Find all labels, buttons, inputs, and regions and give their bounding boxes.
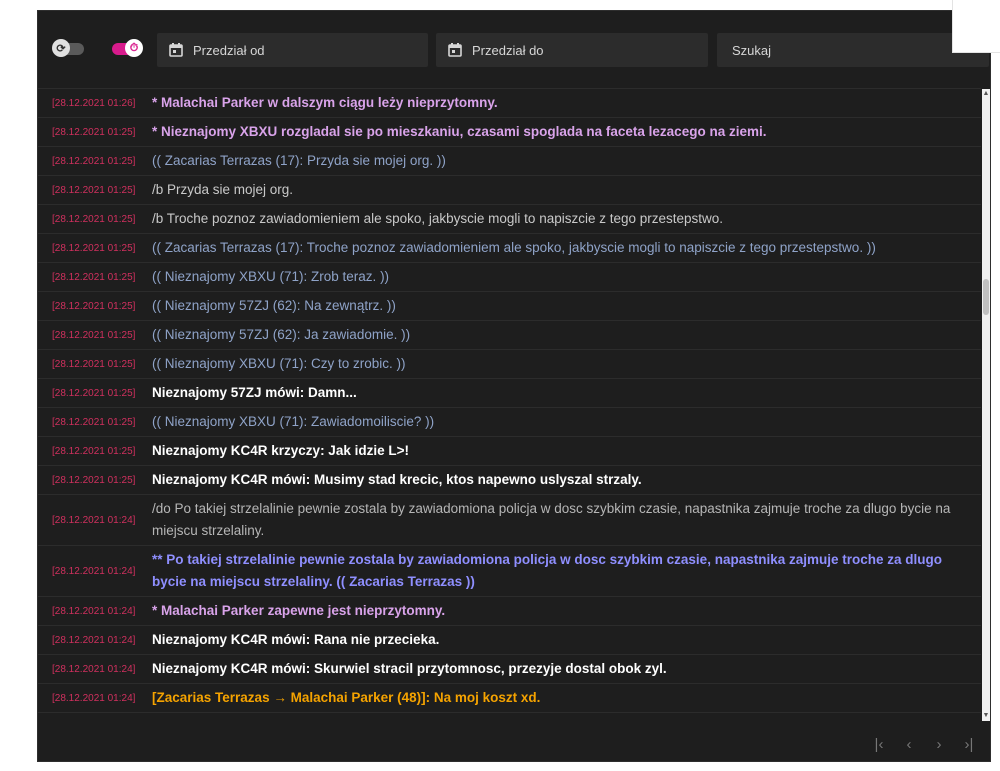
calendar-icon (448, 43, 462, 57)
log-timestamp: [28.12.2021 01:26] (52, 97, 136, 109)
log-row: [28.12.2021 01:25] /b Troche poznoz zawia… (38, 204, 981, 233)
log-row: [28.12.2021 01:25] (( Zacarias Terrazas (… (38, 146, 981, 175)
log-message: /do Po takiej strzelalinie pewnie zostal… (152, 501, 951, 538)
log-message: (( Nieznajomy XBXU (71): Zrob teraz. )) (152, 269, 390, 284)
log-scrollbar[interactable]: ▲ ▼ (982, 89, 990, 721)
log-message: Nieznajomy KC4R mówi: Skurwiel stracil p… (152, 661, 667, 676)
chat-log-list: [28.12.2021 01:26] * Malachai Parker w da… (38, 88, 981, 721)
log-timestamp: [28.12.2021 01:24] (52, 565, 136, 577)
log-timestamp: [28.12.2021 01:25] (52, 387, 136, 399)
log-row: [28.12.2021 01:25] (( Nieznajomy XBXU (71… (38, 349, 981, 378)
auto-refresh-toggle[interactable]: ⟳ (52, 39, 84, 57)
first-page-icon[interactable]: |‹ (870, 736, 888, 753)
log-message: * Nieznajomy XBXU rozgladal sie po miesz… (152, 124, 767, 139)
log-timestamp: [28.12.2021 01:25] (52, 300, 136, 312)
next-page-icon[interactable]: › (930, 736, 948, 753)
scroll-down-arrow-icon[interactable]: ▼ (982, 711, 990, 721)
log-message: Nieznajomy KC4R mówi: Rana nie przecieka… (152, 632, 440, 647)
log-message: (( Nieznajomy XBXU (71): Zawiadomoilisci… (152, 414, 435, 429)
log-timestamp: [28.12.2021 01:25] (52, 213, 136, 225)
log-timestamp: [28.12.2021 01:25] (52, 184, 136, 196)
log-timestamp: [28.12.2021 01:24] (52, 634, 136, 646)
log-timestamp: [28.12.2021 01:25] (52, 155, 136, 167)
log-timestamp: [28.12.2021 01:24] (52, 692, 136, 704)
log-message: (( Nieznajomy 57ZJ (62): Ja zawiadomie. … (152, 327, 411, 342)
previous-page-icon[interactable]: ‹ (900, 736, 918, 753)
timer-toggle[interactable]: ⏱ (112, 39, 143, 57)
date-from-field[interactable] (157, 33, 428, 67)
log-timestamp: [28.12.2021 01:24] (52, 514, 136, 526)
last-page-icon[interactable]: ›| (960, 736, 978, 753)
pagination: |‹ ‹ › ›| (870, 736, 978, 753)
log-timestamp: [28.12.2021 01:25] (52, 416, 136, 428)
log-row: [28.12.2021 01:24] [Zacarias Terrazas → M… (38, 683, 981, 712)
log-row: [28.12.2021 01:25] * Nieznajomy XBXU rozg… (38, 117, 981, 146)
scrollbar-thumb[interactable] (983, 279, 989, 315)
log-message: [Zacarias Terrazas → Malachai Parker (48… (152, 690, 541, 705)
log-message: Nieznajomy 57ZJ mówi: Damn... (152, 385, 357, 400)
log-message: (( Zacarias Terrazas (17): Przyda sie mo… (152, 153, 446, 168)
log-message: /b Przyda sie mojej org. (152, 182, 294, 197)
log-timestamp: [28.12.2021 01:25] (52, 358, 136, 370)
log-row: [28.12.2021 01:24] Nieznajomy KC4R mówi: … (38, 625, 981, 654)
log-message: (( Nieznajomy 57ZJ (62): Na zewnątrz. )) (152, 298, 396, 313)
log-row: [28.12.2021 01:26] * Malachai Parker w da… (38, 88, 981, 117)
log-row: [28.12.2021 01:25] (( Nieznajomy XBXU (71… (38, 262, 981, 291)
overlay-panel-corner (952, 0, 1000, 53)
log-timestamp: [28.12.2021 01:25] (52, 474, 136, 486)
search-field[interactable] (717, 33, 989, 67)
log-message: (( Nieznajomy XBXU (71): Czy to zrobic. … (152, 356, 406, 371)
log-message: (( Zacarias Terrazas (17): Troche poznoz… (152, 240, 876, 255)
log-row: [28.12.2021 01:25] (( Nieznajomy XBXU (71… (38, 407, 981, 436)
log-row: [28.12.2021 01:24] * Malachai Parker zape… (38, 596, 981, 625)
log-message: * Malachai Parker w dalszym ciągu leży n… (152, 95, 498, 110)
log-message: /re Na moj koszt xd. (152, 716, 981, 721)
log-timestamp: [28.12.2021 01:25] (52, 271, 136, 283)
date-from-input[interactable] (193, 42, 393, 58)
log-message: * Malachai Parker zapewne jest nieprzyto… (152, 603, 446, 618)
log-row: [28.12.2021 01:24] Nieznajomy KC4R mówi: … (38, 654, 981, 683)
log-row: [28.12.2021 01:25] Nieznajomy KC4R mówi: … (38, 465, 981, 494)
log-row: [28.12.2021 01:24] /do Po takiej strzelal… (38, 494, 981, 545)
log-timestamp: [28.12.2021 01:24] (52, 663, 136, 675)
log-message: Nieznajomy KC4R krzyczy: Jak idzie L>! (152, 443, 409, 458)
log-row: [28.12.2021 01:24]/re Na moj koszt xd. (38, 712, 981, 721)
log-row: [28.12.2021 01:25] /b Przyda sie mojej or… (38, 175, 981, 204)
refresh-icon: ⟳ (52, 39, 70, 57)
log-timestamp: [28.12.2021 01:25] (52, 126, 136, 138)
log-timestamp: [28.12.2021 01:24] (52, 605, 136, 617)
log-message: /b Troche poznoz zawiadomieniem ale spok… (152, 211, 724, 226)
log-row: [28.12.2021 01:25] Nieznajomy KC4R krzycz… (38, 436, 981, 465)
log-timestamp: [28.12.2021 01:25] (52, 242, 136, 254)
toolbar: ⟳ ⏱ (38, 11, 990, 89)
log-timestamp: [28.12.2021 01:25] (52, 329, 136, 341)
log-message: ** Po takiej strzelalinie pewnie zostala… (152, 552, 942, 589)
log-row: [28.12.2021 01:25] (( Zacarias Terrazas (… (38, 233, 981, 262)
log-row: [28.12.2021 01:25] Nieznajomy 57ZJ mówi: … (38, 378, 981, 407)
date-to-input[interactable] (472, 42, 672, 58)
calendar-icon (169, 43, 183, 57)
log-row: [28.12.2021 01:25] (( Nieznajomy 57ZJ (62… (38, 291, 981, 320)
chat-log-panel: ⟳ ⏱ [28.12.2021 01:26] * Malachai Parker … (37, 10, 991, 762)
stopwatch-icon: ⏱ (125, 39, 143, 57)
log-row: [28.12.2021 01:24] ** Po takiej strzelali… (38, 545, 981, 596)
log-message: Nieznajomy KC4R mówi: Musimy stad krecic… (152, 472, 642, 487)
log-timestamp: [28.12.2021 01:25] (52, 445, 136, 457)
log-row: [28.12.2021 01:25] (( Nieznajomy 57ZJ (62… (38, 320, 981, 349)
date-to-field[interactable] (436, 33, 708, 67)
scroll-up-arrow-icon[interactable]: ▲ (982, 89, 990, 99)
search-input[interactable] (732, 42, 932, 58)
